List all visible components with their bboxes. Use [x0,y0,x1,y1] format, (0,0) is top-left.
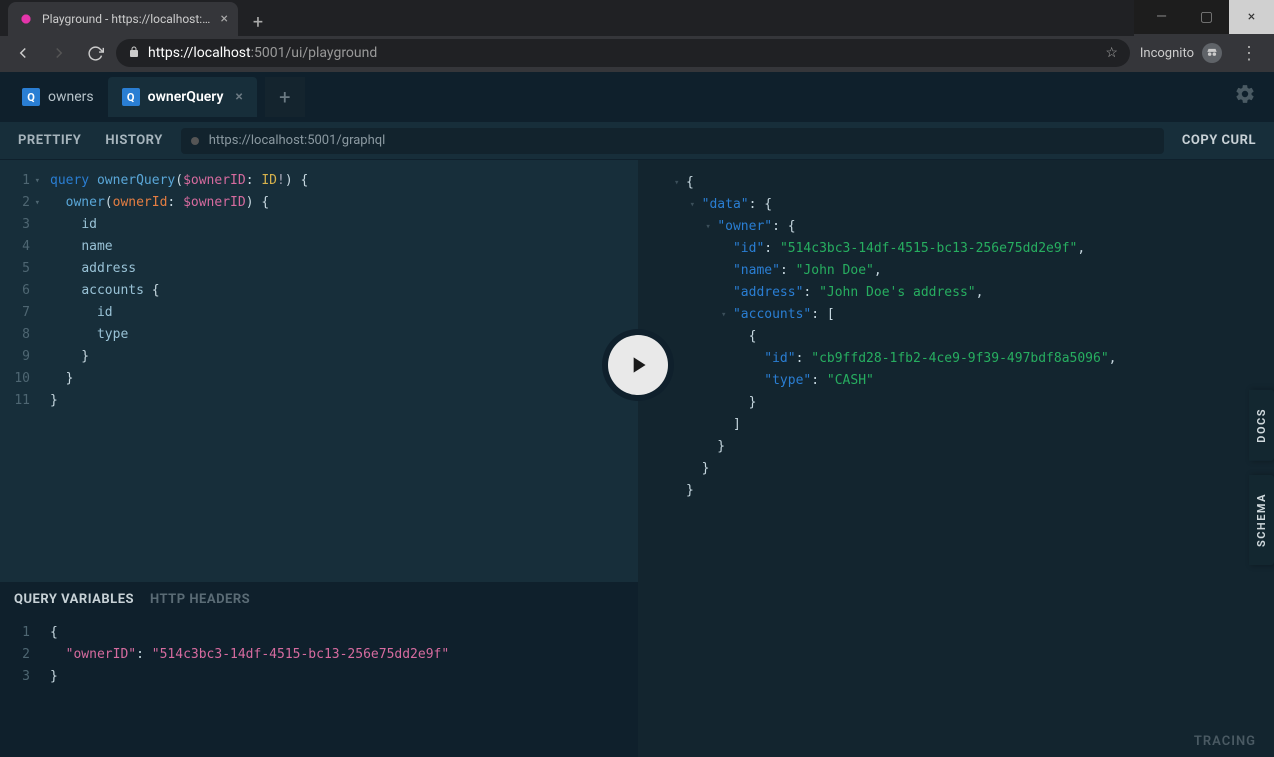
status-dot-icon [191,137,199,145]
docs-tab[interactable]: DOCS [1249,390,1274,461]
settings-gear-icon[interactable] [1234,83,1266,111]
prettify-button[interactable]: PRETTIFY [12,129,87,152]
minimize-window-button[interactable]: — [1139,0,1184,34]
new-browser-tab-button[interactable]: + [244,8,272,36]
toolbar: PRETTIFY HISTORY https://localhost:5001/… [0,122,1274,160]
favicon [18,11,34,27]
variables-panel: QUERY VARIABLES HTTP HEADERS 123 { "owne… [0,582,638,757]
endpoint-url: https://localhost:5001/graphql [209,133,386,148]
query-badge-icon: Q [22,88,40,106]
response-viewer[interactable]: { "data": { "owner": { "id": "514c3bc3-1… [638,160,1274,502]
history-button[interactable]: HISTORY [99,129,168,152]
url-text: https://localhost:5001/ui/playground [148,45,377,61]
app-tab-label: ownerQuery [148,89,224,105]
incognito-icon [1202,43,1222,63]
close-tab-icon[interactable]: × [235,89,242,105]
app-tab-ownerquery[interactable]: Q ownerQuery × [108,77,257,117]
close-tab-icon[interactable]: × [221,11,228,27]
browser-tab[interactable]: Playground - https://localhost:50 × [8,2,238,36]
execute-query-button[interactable] [608,335,668,395]
bookmark-star-icon[interactable]: ☆ [1105,45,1118,61]
address-bar: https://localhost:5001/ui/playground ☆ I… [0,34,1274,72]
reload-button[interactable] [80,38,110,68]
incognito-indicator: Incognito [1136,43,1226,63]
query-editor[interactable]: 1234567891011 query ownerQuery($ownerID:… [0,160,638,582]
url-input[interactable]: https://localhost:5001/ui/playground ☆ [116,39,1130,67]
app-tab-owners[interactable]: Q owners [8,77,108,117]
browser-menu-button[interactable]: ⋮ [1232,43,1266,64]
browser-tab-title: Playground - https://localhost:50 [42,12,213,26]
forward-button[interactable] [44,38,74,68]
schema-tab[interactable]: SCHEMA [1249,475,1274,565]
maximize-window-button[interactable]: ▢ [1184,0,1229,34]
http-headers-tab[interactable]: HTTP HEADERS [150,592,250,607]
variables-editor[interactable]: 123 { "ownerID": "514c3bc3-14df-4515-bc1… [0,616,638,757]
lock-icon [128,46,140,61]
app-tabs: Q owners Q ownerQuery × + [0,72,1274,122]
app-tab-label: owners [48,89,94,105]
query-badge-icon: Q [122,88,140,106]
tracing-button[interactable]: TRACING [1194,734,1256,749]
back-button[interactable] [8,38,38,68]
copy-curl-button[interactable]: COPY CURL [1176,129,1262,152]
new-app-tab-button[interactable]: + [265,77,305,117]
close-window-button[interactable]: × [1229,0,1274,34]
browser-tabstrip: Playground - https://localhost:50 × + [0,0,1134,36]
query-variables-tab[interactable]: QUERY VARIABLES [14,592,134,607]
playground-app: Q owners Q ownerQuery × + PRETTIFY HISTO… [0,72,1274,757]
endpoint-input[interactable]: https://localhost:5001/graphql [181,128,1164,154]
